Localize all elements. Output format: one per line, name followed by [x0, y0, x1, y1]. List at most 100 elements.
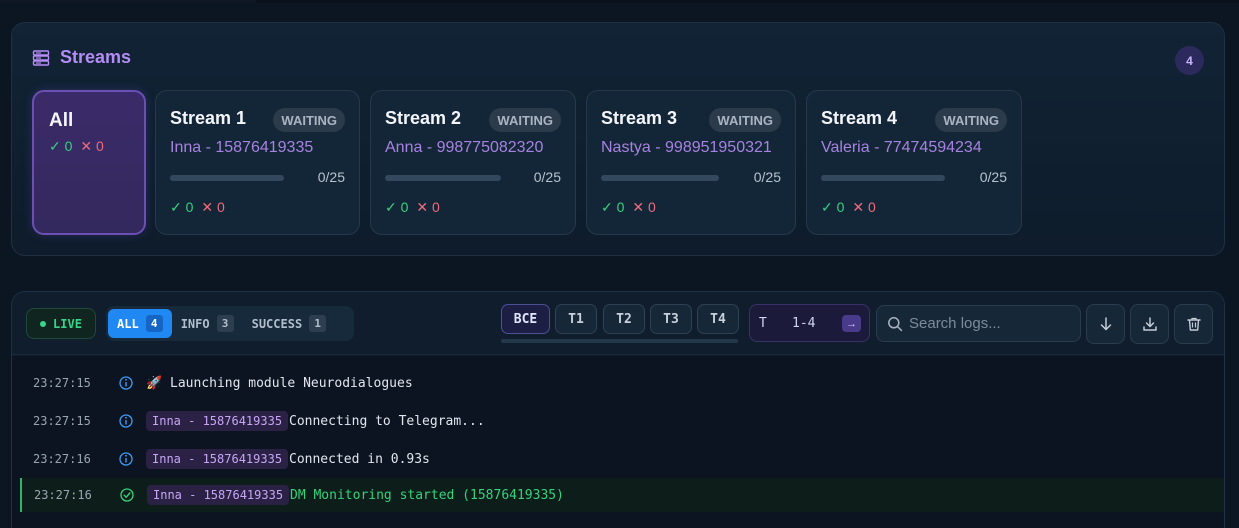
stream-account: Anna - 998775082320 — [385, 139, 544, 156]
stream-card-title: Stream 4 — [821, 108, 898, 128]
progress-bar — [385, 175, 501, 181]
log-time: 23:27:16 — [33, 452, 91, 466]
log-list: 23:27:15 🚀 Launching module Neurodialogu… — [12, 356, 1224, 528]
check-icon: ✓ — [170, 199, 182, 215]
search-input[interactable] — [909, 315, 1069, 332]
filter-all[interactable]: ALL 4 — [108, 309, 172, 338]
stream-card-all[interactable]: All ✓ 0 ✕ 0 — [32, 90, 146, 235]
progress-text: 0/25 — [753, 169, 781, 185]
log-message: 🚀 Launching module Neurodialogues — [146, 375, 413, 391]
streams-title: Streams — [60, 47, 132, 67]
stream-card-2[interactable]: Stream 2 WAITING Anna - 998775082320 0/2… — [370, 90, 576, 235]
thread-t2-button[interactable]: T2 — [603, 304, 645, 334]
stream-counts: ✓ 0 ✕ 0 — [601, 199, 656, 216]
log-message: DM Monitoring started (15876419335) — [290, 487, 564, 503]
range-value: 1-4 — [792, 316, 816, 331]
progress-text: 0/25 — [317, 169, 345, 185]
live-dot-icon — [40, 320, 47, 327]
top-border-accent — [0, 0, 256, 3]
progress-bar — [170, 175, 284, 181]
log-entry: 23:27:15 Inna - 15876419335 Connecting t… — [12, 404, 1216, 438]
success-count: ✓ 0 — [49, 138, 73, 154]
check-circle-icon — [120, 488, 134, 502]
log-entry: 23:27:15 🚀 Launching module Neurodialogu… — [12, 366, 1216, 400]
filter-label: INFO — [180, 316, 210, 331]
log-account-tag: Inna - 15876419335 — [146, 411, 289, 431]
stream-account: Valeria - 77474594234 — [821, 139, 982, 156]
filter-count: 1 — [309, 315, 327, 332]
stream-counts: ✓ 0 ✕ 0 — [49, 138, 104, 155]
stream-account: Inna - 15876419335 — [170, 139, 314, 156]
check-icon: ✓ — [385, 199, 397, 215]
stream-card-title: Stream 3 — [601, 108, 678, 128]
stream-card-1[interactable]: Stream 1 WAITING Inna - 15876419335 0/25… — [155, 90, 360, 235]
stream-card-3[interactable]: Stream 3 WAITING Nastya - 998951950321 0… — [586, 90, 796, 235]
stream-card-title: Stream 2 — [385, 108, 462, 128]
check-icon: ✓ — [821, 199, 833, 215]
stream-counts: ✓ 0 ✕ 0 — [385, 199, 440, 216]
live-label: LIVE — [53, 316, 82, 331]
logs-panel: LIVE ALL 4 INFO 3 SUCCESS 1 ВСЕ T1 T2 T3… — [11, 291, 1225, 528]
stream-counts: ✓ 0 ✕ 0 — [170, 199, 225, 216]
check-icon: ✓ — [49, 138, 61, 154]
filter-label: ALL — [117, 316, 139, 331]
cross-icon: ✕ — [632, 199, 645, 215]
log-account-tag: Inna - 15876419335 — [147, 485, 290, 505]
thread-all-button[interactable]: ВСЕ — [501, 304, 550, 334]
scroll-bottom-button[interactable] — [1086, 304, 1125, 344]
filter-info[interactable]: INFO 3 — [172, 309, 243, 338]
thread-t1-button[interactable]: T1 — [555, 304, 597, 334]
streams-header: Streams — [32, 47, 131, 68]
log-message: Connected in 0.93s — [289, 451, 430, 467]
status-badge: WAITING — [489, 108, 561, 132]
log-time: 23:27:15 — [33, 376, 91, 390]
clear-logs-button[interactable] — [1174, 304, 1213, 344]
progress-bar — [601, 175, 719, 181]
log-entry: 23:27:16 Inna - 15876419335 DM Monitorin… — [20, 478, 1224, 512]
filter-label: SUCCESS — [251, 316, 303, 331]
search-icon — [888, 316, 903, 331]
thread-scrollbar[interactable] — [501, 339, 738, 343]
stream-card-title: Stream 1 — [170, 108, 247, 128]
fail-count: ✕ 0 — [80, 138, 104, 154]
search-box — [876, 305, 1081, 342]
info-icon — [119, 376, 133, 390]
stream-card-4[interactable]: Stream 4 WAITING Valeria - 77474594234 0… — [806, 90, 1022, 235]
cross-icon: ✕ — [852, 199, 865, 215]
progress-text: 0/25 — [979, 169, 1007, 185]
download-logs-button[interactable] — [1130, 304, 1169, 344]
info-icon — [119, 452, 133, 466]
log-time: 23:27:16 — [34, 488, 92, 502]
cross-icon: ✕ — [80, 138, 93, 154]
fail-count: ✕ 0 — [852, 199, 876, 215]
stream-account: Nastya - 998951950321 — [601, 139, 772, 156]
fail-count: ✕ 0 — [632, 199, 656, 215]
level-filter-group: ALL 4 INFO 3 SUCCESS 1 — [106, 306, 354, 341]
cross-icon: ✕ — [201, 199, 214, 215]
success-count: ✓ 0 — [385, 199, 409, 215]
thread-t3-button[interactable]: T3 — [650, 304, 692, 334]
thread-range-selector[interactable]: T 1-4 → — [749, 304, 870, 342]
live-indicator[interactable]: LIVE — [26, 308, 96, 339]
progress-bar — [821, 175, 945, 181]
trash-icon — [1186, 317, 1201, 331]
progress-text: 0/25 — [533, 169, 561, 185]
arrow-down-icon — [1100, 317, 1111, 331]
fail-count: ✕ 0 — [201, 199, 225, 215]
streams-count-badge: 4 — [1175, 46, 1204, 75]
log-entry: 23:27:16 Inna - 15876419335 Connected in… — [12, 442, 1216, 476]
stream-card-title: All — [49, 110, 74, 131]
log-account-tag: Inna - 15876419335 — [146, 449, 289, 469]
download-icon — [1142, 317, 1157, 331]
cross-icon: ✕ — [416, 199, 429, 215]
logs-toolbar: LIVE ALL 4 INFO 3 SUCCESS 1 ВСЕ T1 T2 T3… — [12, 292, 1224, 355]
log-message: Connecting to Telegram... — [289, 413, 485, 429]
arrow-right-icon[interactable]: → — [842, 315, 861, 332]
filter-success[interactable]: SUCCESS 1 — [243, 309, 336, 338]
log-time: 23:27:15 — [33, 414, 91, 428]
check-icon: ✓ — [601, 199, 613, 215]
fail-count: ✕ 0 — [416, 199, 440, 215]
thread-t4-button[interactable]: T4 — [697, 304, 739, 334]
streams-panel: Streams 4 All ✓ 0 ✕ 0 Stream 1 WAITING I… — [11, 22, 1225, 256]
range-prefix: T — [759, 316, 767, 331]
